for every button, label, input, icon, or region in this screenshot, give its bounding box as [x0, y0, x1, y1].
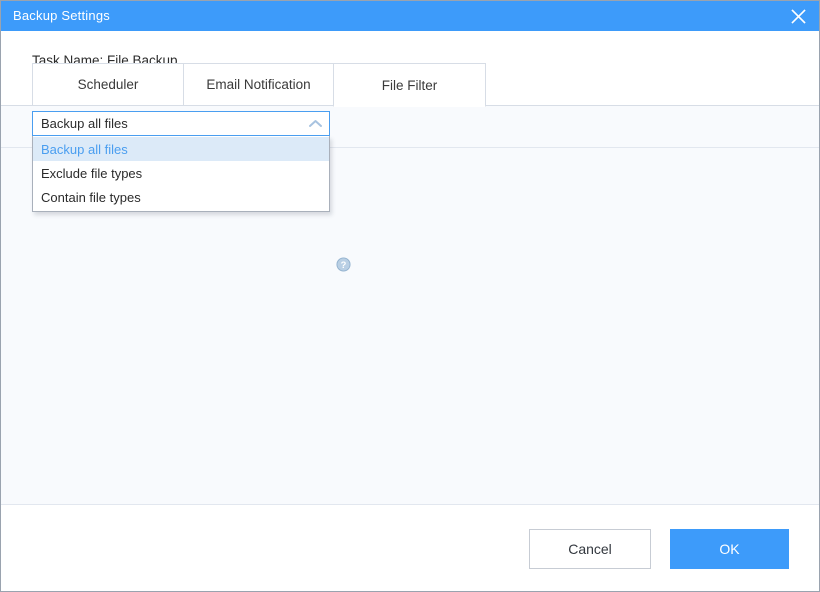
cancel-button-label: Cancel — [568, 541, 612, 557]
tab-bar: Scheduler Email Notification File Filter — [1, 63, 819, 107]
task-name-label: Task Name: File Backup — [32, 53, 178, 68]
option-label: Contain file types — [41, 189, 141, 205]
help-circle-icon[interactable]: ? — [336, 257, 351, 272]
filter-mode-select[interactable]: Backup all files — [32, 111, 330, 136]
chevron-up-icon[interactable] — [301, 112, 329, 135]
tab-email-notification-label: Email Notification — [206, 77, 311, 92]
tab-file-filter-label: File Filter — [381, 77, 438, 93]
filter-mode-value: Backup all files — [41, 116, 128, 131]
svg-text:?: ? — [341, 260, 347, 270]
titlebar: Backup Settings — [1, 1, 819, 31]
option-label: Backup all files — [41, 141, 128, 157]
window-title: Backup Settings — [13, 8, 110, 23]
close-icon[interactable] — [777, 1, 819, 31]
filter-mode-option-exclude-file-types[interactable]: Exclude file types — [33, 161, 329, 185]
option-label: Exclude file types — [41, 165, 143, 181]
cancel-button[interactable]: Cancel — [529, 529, 651, 569]
filter-mode-combobox: Backup all files Backup all files Exclud… — [32, 111, 330, 212]
tab-email-notification[interactable]: Email Notification — [183, 63, 333, 106]
ok-button-label: OK — [719, 541, 740, 557]
filter-mode-option-contain-file-types[interactable]: Contain file types — [33, 185, 329, 209]
file-filter-panel: Backup all files Backup all files Exclud… — [1, 106, 819, 504]
tab-file-filter[interactable]: File Filter — [333, 63, 486, 107]
filter-mode-option-backup-all-files[interactable]: Backup all files — [33, 137, 329, 161]
dialog-body: Task Name: File Backup Scheduler Email N… — [1, 31, 819, 591]
tab-scheduler[interactable]: Scheduler — [32, 63, 183, 106]
dialog-footer: Cancel OK — [1, 504, 819, 591]
tab-scheduler-label: Scheduler — [77, 77, 139, 92]
filter-mode-option-list: Backup all files Exclude file types Cont… — [32, 136, 330, 212]
backup-settings-dialog: Backup Settings Task Name: File Backup S… — [0, 0, 820, 592]
ok-button[interactable]: OK — [670, 529, 789, 569]
